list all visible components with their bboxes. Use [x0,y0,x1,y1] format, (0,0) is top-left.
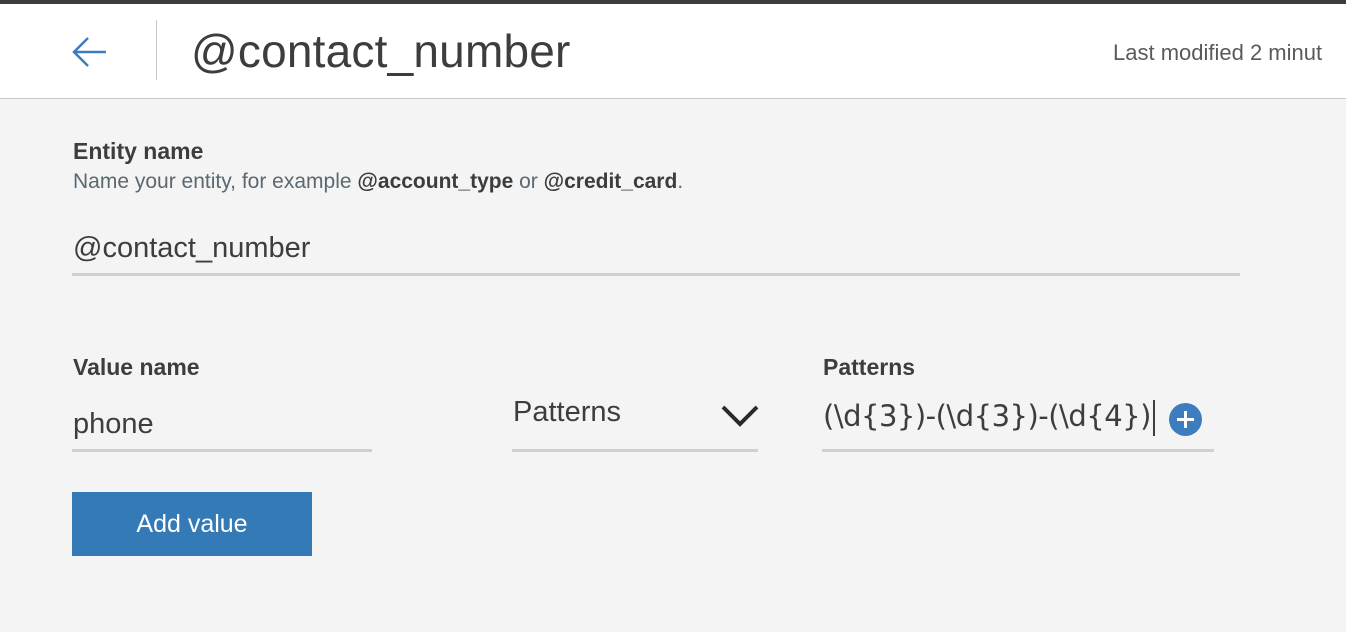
helper-text: . [677,170,684,193]
text-caret [1152,400,1155,436]
helper-example-credit-card: @credit_card [543,170,678,193]
helper-example-account-type: @account_type [357,170,514,193]
patterns-label: Patterns [823,354,916,380]
page-header: @contact_number Last modified 2 minut [0,4,1346,99]
value-name-label: Value name [73,354,200,380]
back-button[interactable] [66,30,114,74]
pattern-text: (\d{3})-(\d{3})-(\d{4}) [823,399,1151,433]
header-divider [156,20,157,80]
pattern-value: (\d{3})-(\d{3})-(\d{4}) [823,399,1155,436]
last-modified-text: Last modified 2 minut [1113,40,1323,65]
add-value-button[interactable]: Add value [72,492,312,556]
chevron-down-icon [721,405,759,427]
pattern-input[interactable]: (\d{3})-(\d{3})-(\d{4}) [822,390,1214,452]
plus-circle-icon [1177,411,1194,428]
value-type-selected: Patterns [513,396,621,428]
entity-name-label: Entity name [73,138,204,164]
helper-text: or [513,170,544,193]
entity-name-helper: Name your entity, for example @account_t… [73,170,683,194]
helper-text: Name your entity, for example [73,170,358,193]
entity-name-input[interactable] [72,224,1240,276]
page-title: @contact_number [191,25,571,77]
arrow-left-icon [72,37,106,67]
value-type-select[interactable]: Patterns [512,390,759,452]
value-name-input[interactable] [72,400,372,452]
add-pattern-button[interactable] [1169,403,1202,436]
